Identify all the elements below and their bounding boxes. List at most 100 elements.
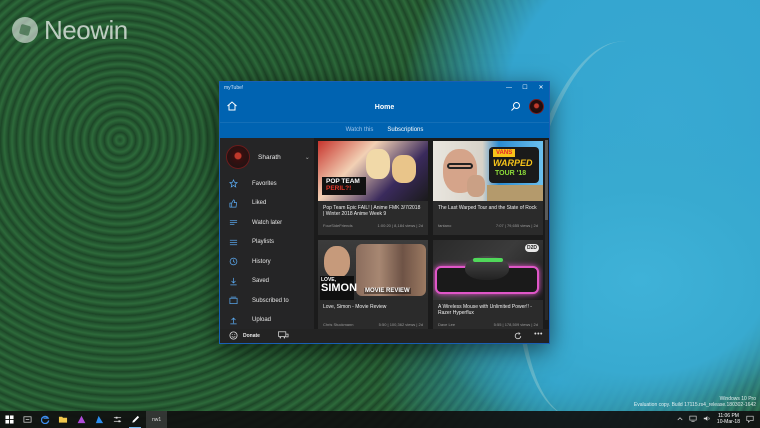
- sidebar: Sharath ⌄ Favorites Liked Watch later Pl…: [220, 138, 314, 329]
- thumbnail-caption-line: POP TEAM: [326, 178, 360, 185]
- video-thumbnail[interactable]: LOVE, SIMON MOVIE REVIEW: [318, 240, 428, 300]
- refresh-icon[interactable]: [514, 332, 522, 340]
- video-card[interactable]: LOVE, SIMON MOVIE REVIEW Love, Simon - M…: [318, 240, 428, 334]
- video-grid: POP TEAM PERIL?! Pop Team Epic FAIL! | A…: [318, 141, 543, 334]
- neowin-watermark: Neowin: [12, 14, 128, 46]
- video-meta: FourSideFriends 1:00:20 | 8,184 views | …: [318, 221, 428, 228]
- sidebar-item-label: Watch later: [252, 219, 283, 226]
- video-stats: 5:55 | 178,509 views | 2d: [493, 322, 538, 327]
- more-options-button[interactable]: •••: [534, 331, 543, 338]
- pen-app-icon[interactable]: [126, 411, 144, 428]
- thumbnail-crowd: [487, 185, 543, 201]
- video-card[interactable]: POP TEAM PERIL?! Pop Team Epic FAIL! | A…: [318, 141, 428, 235]
- video-thumbnail[interactable]: POP TEAM PERIL?!: [318, 141, 428, 201]
- mytube-window: myTube! — ☐ ✕ Home Watch this Subscripti…: [219, 81, 550, 344]
- video-title[interactable]: The Last Warped Tour and the State of Ro…: [433, 201, 543, 221]
- video-stats: 1:00:20 | 8,184 views | 2d: [377, 223, 423, 228]
- network-icon[interactable]: [689, 415, 697, 424]
- channel-name[interactable]: Chris Stuckmann: [323, 322, 353, 327]
- thumbnail-mouse-light: [473, 258, 503, 262]
- chevron-up-icon[interactable]: [677, 416, 683, 423]
- video-stats: 5:50 | 100,362 views | 2d: [378, 322, 423, 327]
- sidebar-item-label: Saved: [252, 278, 270, 285]
- profile-switcher[interactable]: Sharath ⌄: [220, 142, 314, 172]
- close-button[interactable]: ✕: [533, 82, 549, 93]
- channel-name[interactable]: Dave Lee: [438, 322, 455, 327]
- video-title[interactable]: Love, Simon - Movie Review: [318, 300, 428, 320]
- clock-date: 10-Mar-18: [716, 418, 740, 425]
- sidebar-item-subscribed-to[interactable]: Subscribed to: [220, 291, 314, 311]
- settings-sliders-icon[interactable]: [108, 411, 126, 428]
- main-content: Sharath ⌄ Favorites Liked Watch later Pl…: [220, 138, 549, 334]
- video-thumbnail[interactable]: D2D: [433, 240, 543, 300]
- video-meta: fantano 7:07 | 79,655 views | 2d: [433, 221, 543, 228]
- video-stats: 7:07 | 79,655 views | 2d: [495, 223, 538, 228]
- window-controls: — ☐ ✕: [501, 82, 549, 93]
- sidebar-item-label: History: [252, 258, 271, 265]
- donate-icon[interactable]: [229, 330, 238, 342]
- video-title[interactable]: A Wireless Mouse with Unlimited Power!! …: [433, 300, 543, 320]
- sidebar-nav: Favorites Liked Watch later Playlists Hi…: [220, 174, 314, 330]
- thumbnail-person: [324, 246, 350, 278]
- video-feed: POP TEAM PERIL?! Pop Team Epic FAIL! | A…: [314, 138, 549, 334]
- sidebar-item-liked[interactable]: Liked: [220, 194, 314, 214]
- watch-later-icon: [229, 218, 238, 227]
- maximize-button[interactable]: ☐: [517, 82, 533, 93]
- sidebar-item-upload[interactable]: Upload: [220, 311, 314, 331]
- video-thumbnail[interactable]: VANS WARPED TOUR '18: [433, 141, 543, 201]
- volume-icon[interactable]: [703, 415, 711, 424]
- channel-name[interactable]: FourSideFriends: [323, 223, 353, 228]
- sidebar-item-label: Playlists: [252, 239, 275, 246]
- scrollbar-thumb[interactable]: [545, 140, 548, 220]
- thumbnail-caption-line: TOUR '18: [495, 170, 527, 177]
- donate-button[interactable]: Donate: [243, 333, 260, 339]
- sidebar-item-history[interactable]: History: [220, 252, 314, 272]
- thumbnail-caption-line: PERIL?!: [326, 184, 352, 192]
- tab-bar: Watch this Subscriptions: [220, 122, 549, 138]
- sidebar-item-saved[interactable]: Saved: [220, 272, 314, 292]
- home-icon[interactable]: [226, 100, 238, 112]
- video-title[interactable]: Pop Team Epic FAIL! | Anime FMK 3/7/2018…: [318, 201, 428, 221]
- notifications-icon[interactable]: [746, 415, 754, 425]
- thumbnail-caption-line: MOVIE REVIEW: [364, 288, 411, 294]
- cast-icon[interactable]: [278, 331, 289, 341]
- system-tray: 11:06 PM 10-Mar-18: [677, 411, 754, 428]
- video-card[interactable]: D2D A Wireless Mouse with Unlimited Powe…: [433, 240, 543, 334]
- channel-name[interactable]: fantano: [438, 223, 451, 228]
- edge-icon[interactable]: [36, 411, 54, 428]
- search-icon[interactable]: [510, 101, 521, 112]
- start-button[interactable]: [0, 411, 18, 428]
- thumbnail-caption-line: SIMON: [321, 282, 358, 294]
- sidebar-item-watch-later[interactable]: Watch later: [220, 213, 314, 233]
- video-meta: Chris Stuckmann 5:50 | 100,362 views | 2…: [318, 320, 428, 327]
- affinity-icon[interactable]: [72, 411, 90, 428]
- file-explorer-icon[interactable]: [54, 411, 72, 428]
- app-header: Home: [220, 93, 549, 122]
- sidebar-item-label: Subscribed to: [252, 297, 289, 304]
- tab-watch-this[interactable]: Watch this: [346, 127, 374, 135]
- video-card[interactable]: VANS WARPED TOUR '18 The Last Warped Tou…: [433, 141, 543, 235]
- thumbnail-character: [366, 149, 390, 179]
- azure-icon[interactable]: [90, 411, 108, 428]
- task-view-icon[interactable]: [18, 411, 36, 428]
- feed-scrollbar[interactable]: [545, 140, 548, 320]
- history-icon: [229, 257, 238, 266]
- window-titlebar[interactable]: myTube! — ☐ ✕: [220, 82, 549, 93]
- thumbnail-caption-line: WARPED: [493, 158, 533, 168]
- taskbar-clock[interactable]: 11:06 PM 10-Mar-18: [716, 413, 740, 425]
- account-avatar[interactable]: [529, 99, 544, 114]
- profile-name: Sharath: [258, 153, 281, 161]
- thumbnail-glasses: [447, 163, 473, 169]
- thumbs-up-icon: [229, 199, 238, 208]
- minimize-button[interactable]: —: [501, 82, 517, 93]
- chevron-down-icon: ⌄: [304, 154, 310, 161]
- neowin-logo: [12, 17, 38, 43]
- download-icon: [229, 277, 238, 286]
- eval-build: Evaluation copy. Build 17115.rs4_release…: [633, 402, 756, 408]
- tab-subscriptions[interactable]: Subscriptions: [387, 127, 423, 135]
- sidebar-item-label: Upload: [252, 317, 272, 324]
- taskbar-app-mytube[interactable]: nw1: [146, 411, 168, 428]
- sidebar-item-playlists[interactable]: Playlists: [220, 233, 314, 253]
- sidebar-item-favorites[interactable]: Favorites: [220, 174, 314, 194]
- channel-logo: D2D: [525, 244, 539, 252]
